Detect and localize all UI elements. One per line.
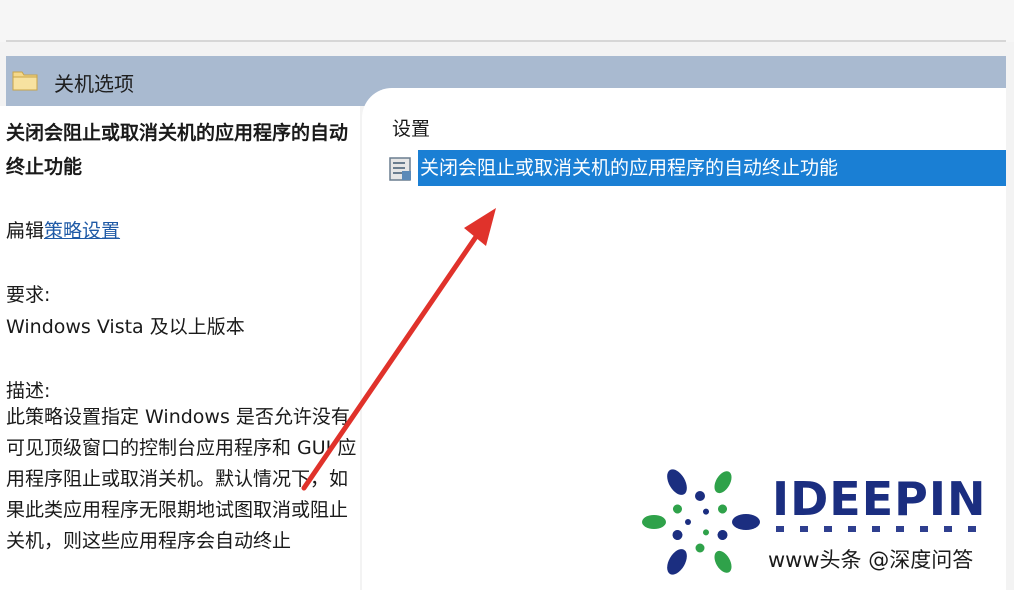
requirements-label: 要求: xyxy=(6,284,51,306)
description-text: 此策略设置指定 Windows 是否允许没有可见顶级窗口的控制台应用程序和 GU… xyxy=(6,406,357,552)
edit-prefix: 扁辑 xyxy=(6,220,45,242)
top-divider xyxy=(6,40,1006,42)
top-strip xyxy=(0,0,1014,42)
folder-icon xyxy=(12,71,38,91)
brand-underline-decoration xyxy=(776,526,976,532)
ideepin-logo: IDEEPIN www头条 @深度问答 xyxy=(640,458,1010,588)
edit-policy-link[interactable]: 策略设置 xyxy=(44,220,120,242)
settings-column-header[interactable]: 设置 xyxy=(392,114,430,141)
header-title: 关机选项 xyxy=(54,72,134,96)
description-label: 描述: xyxy=(6,380,51,402)
policy-title: 关闭会阻止或取消关机的应用程序的自动终止功能 xyxy=(6,122,349,178)
edit-line: 扁辑策略设置 xyxy=(6,216,120,243)
watermark-text: www头条 @深度问答 xyxy=(768,548,974,572)
brand-name: IDEEPIN xyxy=(772,472,987,526)
policy-list-item[interactable]: 关闭会阻止或取消关机的应用程序的自动终止功能 xyxy=(388,150,1006,186)
policy-item-label[interactable]: 关闭会阻止或取消关机的应用程序的自动终止功能 xyxy=(418,150,1006,186)
description-pane: 关闭会阻止或取消关机的应用程序的自动终止功能 扁辑策略设置 要求: Window… xyxy=(0,106,360,590)
swirl-logo-icon xyxy=(642,469,760,575)
policy-setting-icon xyxy=(389,157,411,181)
requirements-value: Windows Vista 及以上版本 xyxy=(6,316,245,338)
